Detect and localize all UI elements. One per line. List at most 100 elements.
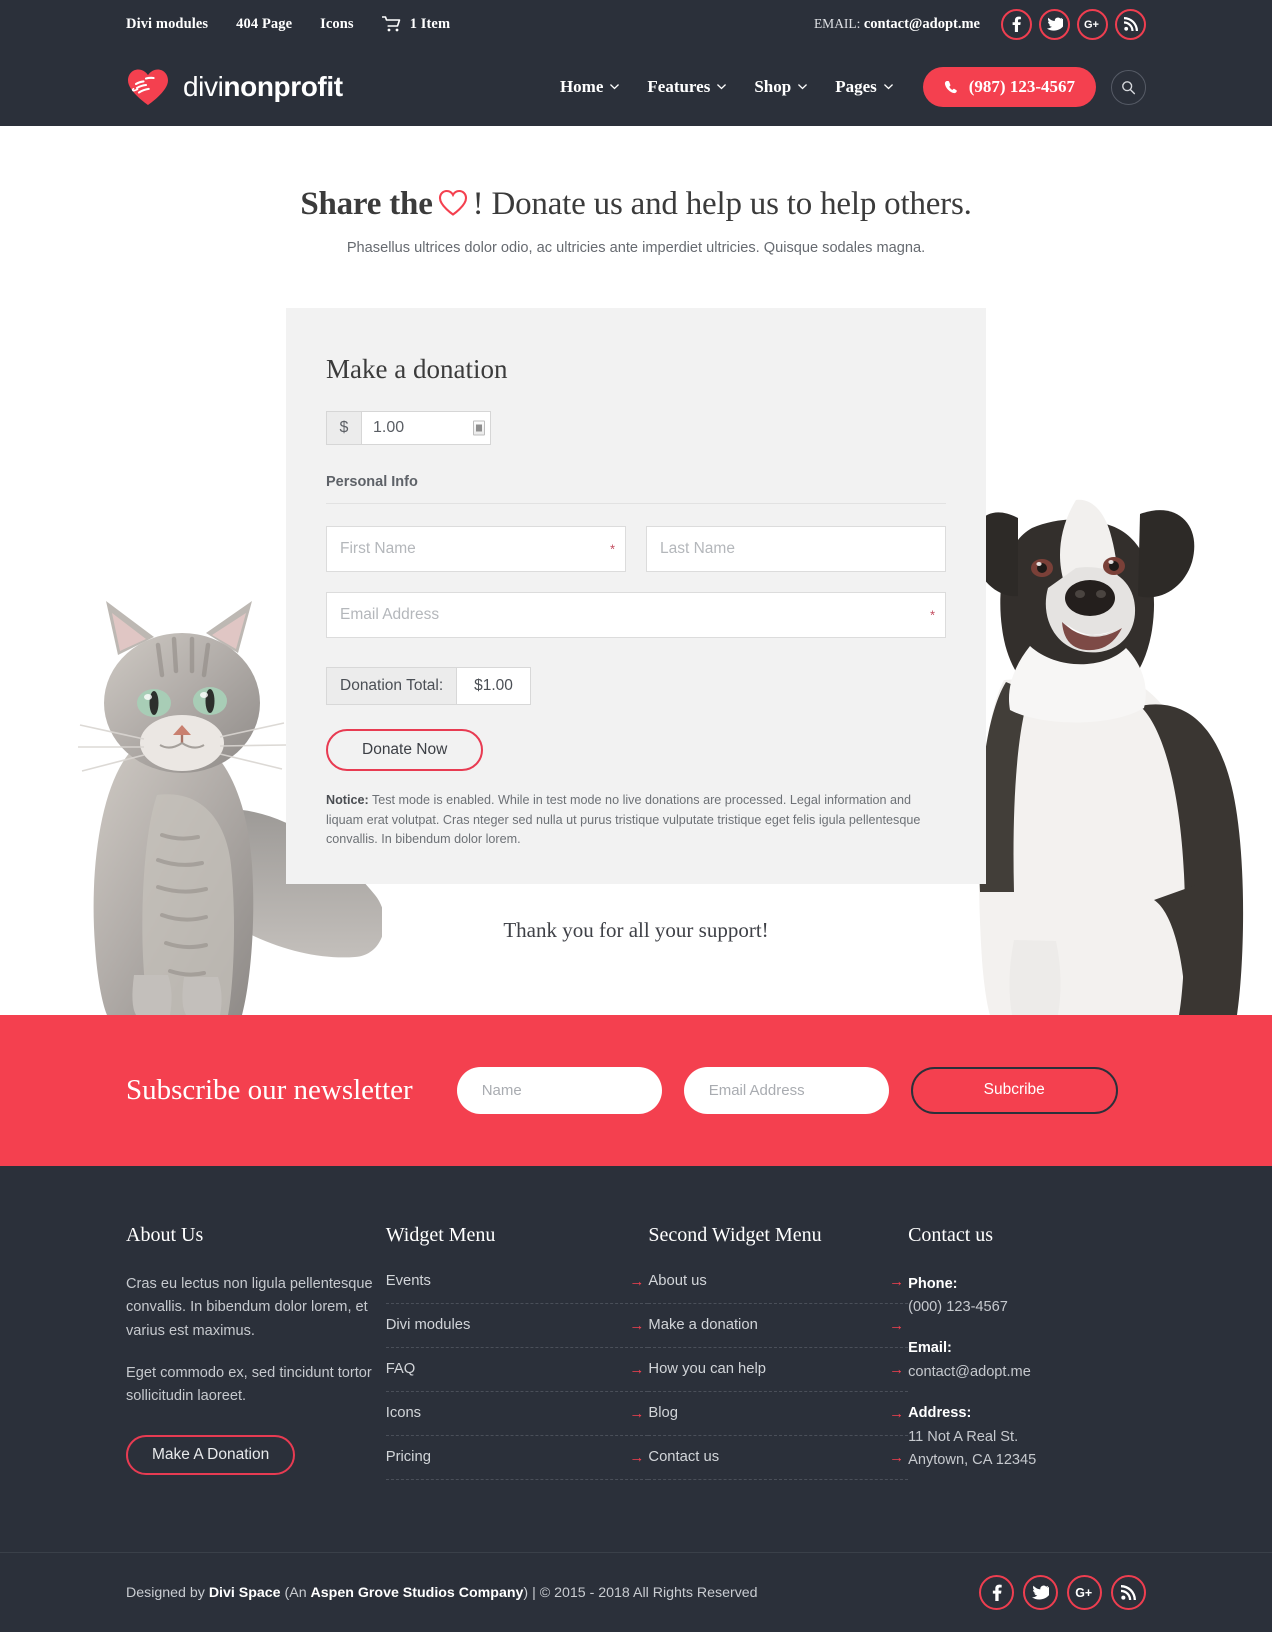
- footer-second-widget-menu-title: Second Widget Menu: [648, 1223, 822, 1246]
- newsletter-name-input[interactable]: [456, 1066, 662, 1114]
- footer-link-blog[interactable]: Blog →: [648, 1392, 908, 1435]
- footer-link-divi-modules[interactable]: Divi modules →: [386, 1304, 649, 1347]
- footer-bottom-bar: Designed by Divi Space (An Aspen Grove S…: [0, 1552, 1272, 1632]
- topbar-link-404-page[interactable]: 404 Page: [236, 16, 292, 33]
- footer-link-events[interactable]: Events →: [386, 1273, 649, 1303]
- main-navigation: Home Features Shop Pages (987) 123-4567: [546, 67, 1146, 107]
- email-field[interactable]: [326, 592, 946, 639]
- thank-you-text: Thank you for all your support!: [503, 917, 769, 942]
- notice-body: Test mode is enabled. While in test mode…: [326, 793, 921, 847]
- topbar-link-divi-modules[interactable]: Divi modules: [126, 16, 208, 33]
- nav-item-home[interactable]: Home: [546, 77, 633, 97]
- arrow-right-icon: →: [889, 1272, 905, 1290]
- hero-content: Share the ! Donate us and help us to help…: [0, 184, 1272, 256]
- arrow-right-icon: →: [629, 1272, 645, 1290]
- footer-link-pricing[interactable]: Pricing →: [386, 1436, 649, 1479]
- nav-label: Features: [647, 77, 711, 96]
- list-item: Blog →: [648, 1392, 909, 1436]
- footer-address-block: Address: 11 Not A Real St. Anytown, CA 1…: [908, 1402, 1146, 1472]
- link-label: Events: [385, 1273, 431, 1290]
- topbar-right: EMAIL: contact@adopt.me G+: [813, 8, 1146, 40]
- arrow-right-icon: →: [889, 1316, 905, 1334]
- chevron-down-icon: [610, 84, 620, 90]
- footer-email-block: Email: contact@adopt.me: [908, 1337, 1146, 1384]
- footer-second-widget-menu-list: About us → Make a donation → How you can h…: [648, 1273, 909, 1480]
- email-label: EMAIL:: [813, 15, 861, 31]
- footer-address-label: Address:: [908, 1405, 972, 1422]
- newsletter-section: Subscribe our newsletter Subcribe: [0, 1014, 1272, 1166]
- svg-text:G+: G+: [1084, 19, 1099, 30]
- topbar-link-icons[interactable]: Icons: [320, 16, 354, 33]
- footer-widget-menu-list: Events → Divi modules → FAQ → Icons → Pricin…: [385, 1273, 649, 1480]
- footer-contact-title: Contact us: [908, 1223, 994, 1246]
- svg-text:G+: G+: [1075, 1586, 1092, 1599]
- quantity-stepper[interactable]: [473, 420, 485, 436]
- shopping-cart-icon: [381, 16, 401, 32]
- top-utility-bar: Divi modules 404 Page Icons 1 Item EMAIL…: [0, 0, 1272, 48]
- link-label: About us: [648, 1273, 707, 1290]
- logo-wordmark: divinonprofit: [183, 71, 343, 103]
- list-item: Events →: [385, 1273, 649, 1304]
- donation-amount-row: $: [326, 411, 491, 446]
- nav-label: Shop: [754, 77, 792, 96]
- list-item: How you can help →: [648, 1348, 909, 1392]
- footer-link-make-a-donation[interactable]: Make a donation →: [648, 1304, 908, 1347]
- rss-icon[interactable]: [1111, 1575, 1146, 1611]
- heart-hand-logo-icon: [126, 68, 170, 106]
- footer-phone-value: (000) 123-4567: [908, 1299, 1008, 1316]
- donate-now-button[interactable]: Donate Now: [326, 729, 484, 772]
- footer-make-a-donation-button[interactable]: Make A Donation: [126, 1435, 296, 1475]
- logo-text-light: divi: [183, 71, 224, 102]
- footer-address-line-2: Anytown, CA 12345: [908, 1451, 1037, 1468]
- hero-subtitle: Phasellus ultrices dolor odio, ac ultric…: [346, 240, 926, 257]
- newsletter-subscribe-button[interactable]: Subcribe: [910, 1066, 1118, 1114]
- required-marker: *: [609, 541, 615, 557]
- chevron-down-icon: [798, 84, 808, 90]
- footer-about-title: About Us: [126, 1223, 204, 1246]
- first-name-field[interactable]: [326, 526, 626, 573]
- first-name-wrapper: *: [326, 526, 626, 573]
- link-label: How you can help: [648, 1361, 767, 1378]
- twitter-icon[interactable]: [1039, 8, 1070, 40]
- list-item: FAQ →: [385, 1348, 649, 1392]
- nav-item-pages[interactable]: Pages: [821, 77, 907, 97]
- name-fields-row: *: [326, 526, 946, 573]
- footer-about-paragraph-1: Cras eu lectus non ligula pellentesque c…: [126, 1275, 373, 1340]
- donation-amount-input[interactable]: [361, 411, 491, 446]
- personal-info-heading: Personal Info: [326, 474, 946, 505]
- facebook-icon[interactable]: [979, 1575, 1014, 1611]
- footer-link-about-us[interactable]: About us →: [648, 1273, 908, 1303]
- required-marker: *: [929, 607, 935, 623]
- last-name-field[interactable]: [646, 526, 946, 573]
- page-title: Share the ! Donate us and help us to help…: [0, 184, 1272, 228]
- footer-link-how-you-can-help[interactable]: How you can help →: [648, 1348, 908, 1391]
- site-logo[interactable]: divinonprofit: [126, 68, 343, 106]
- google-plus-icon[interactable]: G+: [1067, 1575, 1102, 1611]
- newsletter-email-input[interactable]: [683, 1066, 889, 1114]
- footer-link-contact-us[interactable]: Contact us →: [648, 1436, 908, 1479]
- link-label: Pricing: [385, 1449, 431, 1466]
- footer-link-icons[interactable]: Icons →: [386, 1392, 649, 1435]
- arrow-right-icon: →: [889, 1404, 905, 1422]
- last-name-wrapper: [646, 526, 946, 573]
- credit-brand: Divi Space: [208, 1584, 281, 1601]
- list-item: Contact us →: [648, 1436, 909, 1480]
- google-plus-icon[interactable]: G+: [1077, 8, 1108, 40]
- twitter-icon[interactable]: [1023, 1575, 1058, 1611]
- nav-item-shop[interactable]: Shop: [740, 77, 821, 97]
- link-label: Icons: [385, 1405, 422, 1422]
- footer-phone-label: Phone:: [908, 1275, 958, 1292]
- search-button[interactable]: [1111, 69, 1146, 105]
- footer-link-faq[interactable]: FAQ →: [386, 1348, 649, 1391]
- footer-column-about: About Us Cras eu lectus non ligula pelle…: [126, 1224, 386, 1490]
- hero-title-bold: Share the: [300, 186, 433, 222]
- list-item: Pricing →: [385, 1436, 649, 1480]
- footer-column-widget-menu: Widget Menu Events → Divi modules → FAQ → I…: [385, 1223, 649, 1490]
- phone-cta-button[interactable]: (987) 123-4567: [922, 67, 1096, 107]
- rss-icon[interactable]: [1115, 8, 1146, 40]
- cart-link[interactable]: 1 Item: [381, 16, 450, 33]
- nav-item-features[interactable]: Features: [633, 77, 740, 97]
- footer-widget-menu-title: Widget Menu: [385, 1223, 496, 1246]
- facebook-icon[interactable]: [1001, 8, 1032, 40]
- list-item: Divi modules →: [385, 1304, 649, 1348]
